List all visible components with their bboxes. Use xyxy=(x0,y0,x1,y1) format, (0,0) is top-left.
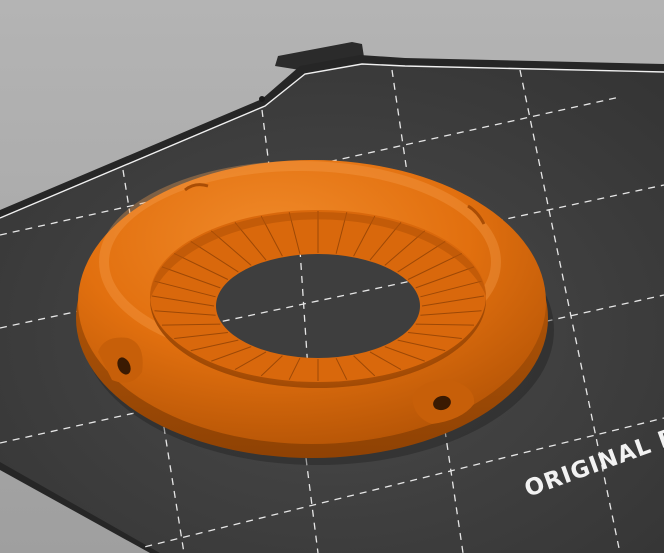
scene-canvas[interactable]: ORIGINAL P xyxy=(0,0,664,553)
3d-viewport[interactable]: ORIGINAL P xyxy=(0,0,664,553)
ring-model[interactable] xyxy=(76,160,548,458)
bed-screw xyxy=(259,96,265,102)
center-hole xyxy=(216,254,420,358)
